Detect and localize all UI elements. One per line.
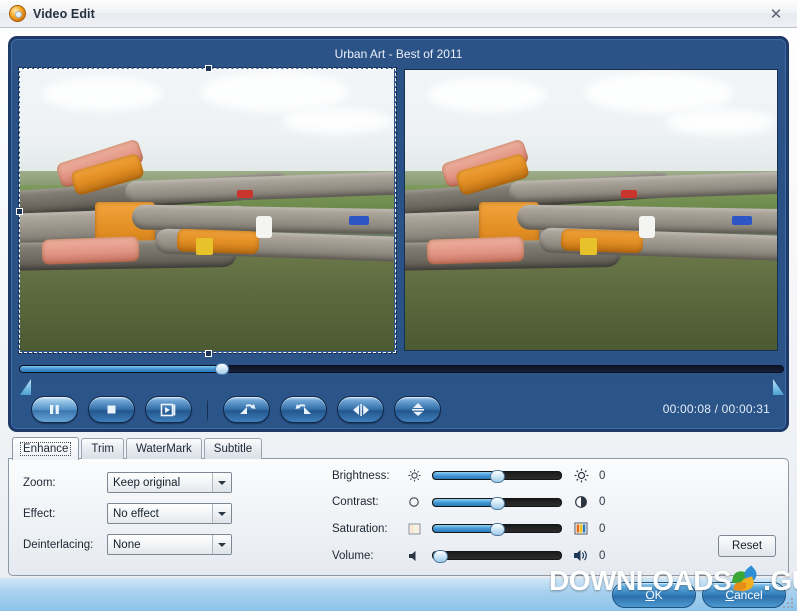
contrast-value: 0 [599,496,606,508]
reset-button[interactable]: Reset [718,535,776,557]
toolbar-separator [207,397,208,422]
cancel-button-label: Cancel [725,588,763,602]
cancel-button[interactable]: Cancel [702,582,786,608]
snapshot-button[interactable] [145,396,192,423]
resize-grip[interactable] [781,596,795,610]
contrast-slider-thumb[interactable] [490,496,505,510]
trim-start-marker[interactable] [20,379,31,395]
deinterlacing-value: None [113,538,141,551]
contrast-row: Contrast: 0 [332,495,617,510]
volume-row: Volume: 0 [332,549,617,563]
enhance-panel: Zoom: Keep original Effect: No effect De… [8,458,789,576]
deinterlacing-row: Deinterlacing: None [23,534,232,555]
zoom-value: Keep original [113,476,181,489]
ok-button-label: OK [645,588,663,602]
tab-watermark-label: WaterMark [135,443,192,455]
tab-trim-label: Trim [91,443,114,455]
brightness-value: 0 [599,469,606,482]
clip-title: Urban Art - Best of 2011 [334,47,463,61]
brightness-slider[interactable] [432,470,562,483]
saturation-slider-thumb[interactable] [490,523,505,536]
saturation-small-icon [404,523,424,535]
chevron-down-icon[interactable] [212,473,231,492]
title-bar: Video Edit ✕ [0,0,797,28]
stop-button[interactable] [88,396,135,423]
brightness-large-icon [570,468,592,483]
zoom-select[interactable]: Keep original [107,472,232,493]
volume-small-icon [404,550,424,562]
snapshot-icon [160,403,176,416]
tab-subtitle-label: Subtitle [213,443,253,455]
saturation-row: Saturation: 0 [332,522,617,536]
tab-trim[interactable]: Trim [81,438,124,459]
ok-button[interactable]: OK [612,582,696,608]
brightness-label: Brightness: [332,469,390,482]
rotate-left-button[interactable] [223,396,270,423]
brightness-slider-fill [433,472,497,479]
flip-vertical-button[interactable] [394,396,441,423]
tab-enhance[interactable]: Enhance [12,437,80,460]
saturation-large-icon [570,522,592,535]
zoom-row: Zoom: Keep original [23,472,232,493]
flip-vertical-icon [411,403,424,416]
contrast-small-icon [404,496,424,508]
disc-icon [9,5,26,22]
rotate-right-icon [295,404,311,414]
flip-horizontal-icon [352,403,369,416]
volume-label: Volume: [332,549,374,562]
volume-slider[interactable] [432,550,562,563]
saturation-value: 0 [599,522,606,535]
footer-bar: OK Cancel [0,578,797,611]
rotate-left-icon [239,404,255,414]
preview-scene-left [20,69,394,351]
seek-thumb[interactable] [215,363,229,375]
transport-controls [31,396,441,423]
seek-progress [20,366,219,372]
effect-label: Effect: [23,507,56,520]
crop-preview[interactable] [20,69,394,351]
effect-row: Effect: No effect [23,503,232,524]
stop-icon [107,405,116,414]
chevron-down-icon[interactable] [212,504,231,523]
rotate-right-button[interactable] [280,396,327,423]
tab-watermark[interactable]: WaterMark [125,438,202,459]
saturation-slider[interactable] [432,523,562,536]
contrast-label: Contrast: [332,496,379,508]
editor-tabs: Enhance Trim WaterMark Subtitle [12,437,264,460]
crop-handle-left[interactable] [16,208,23,215]
preview-scene-right [405,70,777,350]
contrast-slider-fill [433,498,497,506]
deinterlacing-select[interactable]: None [107,534,232,555]
crop-handle-top[interactable] [205,65,212,72]
tab-subtitle[interactable]: Subtitle [203,438,263,459]
video-edit-window: Video Edit ✕ Urban Art - Best of 2011 00… [0,0,797,611]
seek-bar[interactable] [19,361,784,377]
pause-icon [50,405,59,414]
chevron-down-icon[interactable] [212,535,231,554]
contrast-large-icon [570,495,592,509]
volume-slider-thumb[interactable] [433,550,448,563]
brightness-row: Brightness: 0 [332,468,617,483]
saturation-slider-fill [433,525,497,532]
crop-handle-bottom[interactable] [205,350,212,357]
video-panel: Urban Art - Best of 2011 00:00:08 / 00:0… [8,36,789,432]
brightness-small-icon [404,469,424,482]
trim-end-marker[interactable] [773,379,784,395]
close-icon[interactable]: ✕ [761,3,791,24]
zoom-label: Zoom: [23,476,56,489]
tab-enhance-label: Enhance [20,442,72,456]
pause-button[interactable] [31,396,78,423]
effect-value: No effect [113,507,159,520]
brightness-slider-thumb[interactable] [490,470,505,483]
volume-large-icon [570,549,592,562]
saturation-label: Saturation: [332,522,388,535]
deinterlacing-label: Deinterlacing: [23,538,94,551]
flip-horizontal-button[interactable] [337,396,384,423]
volume-value: 0 [599,549,606,562]
time-display: 00:00:08 / 00:00:31 [662,402,770,416]
output-preview[interactable] [404,69,778,351]
effect-select[interactable]: No effect [107,503,232,524]
contrast-slider[interactable] [432,496,562,510]
window-title: Video Edit [33,6,95,21]
